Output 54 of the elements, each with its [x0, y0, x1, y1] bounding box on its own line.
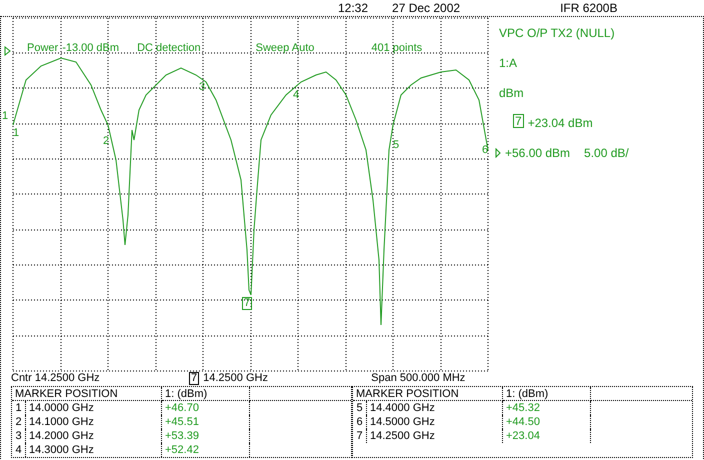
marker-value: +23.04	[503, 429, 591, 443]
reference-level: +56.00 dBm	[505, 145, 570, 162]
scale-setting: 5.00 dB/	[584, 145, 629, 162]
column-header: 1: (dBm)	[162, 387, 250, 401]
marker-position: 14.2500 GHz	[367, 429, 503, 443]
marker-index: 7	[353, 429, 367, 443]
marker-position: 14.0000 GHz	[26, 401, 162, 415]
marker-index: 1	[12, 401, 26, 415]
marker-label: 4	[292, 90, 300, 101]
marker-frequency: 14.2500 GHz	[203, 371, 269, 386]
marker-label: 7	[242, 297, 252, 310]
marker-value: +44.50	[503, 415, 591, 429]
marker-position: 14.3000 GHz	[26, 443, 162, 457]
marker-label: 2	[102, 136, 110, 147]
marker-index: 2	[12, 415, 26, 429]
sweep-setting: -13.00 dBm	[62, 41, 120, 56]
reference-arrow-icon	[4, 46, 11, 56]
marker-label: 6	[481, 145, 490, 156]
marker-label: 1	[12, 128, 20, 139]
reference-marker: 1	[2, 109, 8, 124]
marker-index: 4	[12, 443, 26, 457]
column-header: 1: (dBm)	[503, 387, 591, 401]
center-frequency: Cntr 14.2500 GHz	[11, 371, 101, 386]
marker-index: 3	[12, 429, 26, 443]
marker-label: 5	[392, 140, 400, 151]
instrument-model: IFR 6200B	[560, 0, 618, 17]
marker-index: 5	[353, 401, 367, 415]
clock-time: 12:32	[338, 0, 368, 17]
marker-reading: +23.04 dBm	[528, 115, 593, 132]
reference-arrow-icon	[495, 148, 501, 158]
marker-value: +46.70	[162, 401, 250, 415]
marker-position: 14.2000 GHz	[26, 429, 162, 443]
sweep-setting: Power	[27, 41, 58, 56]
marker-value: +52.42	[162, 443, 250, 457]
marker-label: 7	[513, 114, 524, 128]
marker-position: 14.1000 GHz	[26, 415, 162, 429]
marker-value: +45.51	[162, 415, 250, 429]
marker-value: +45.32	[503, 401, 591, 415]
marker-index: 6	[353, 415, 367, 429]
sweep-setting: Sweep Auto	[256, 41, 314, 56]
marker-label: 7	[189, 372, 200, 385]
marker-position: 14.5000 GHz	[367, 415, 503, 429]
sweep-setting: DC detection	[137, 41, 201, 56]
marker-label: 3	[198, 82, 206, 93]
column-header: MARKER POSITION	[353, 387, 503, 401]
column-header: MARKER POSITION	[12, 387, 162, 401]
date: 27 Dec 2002	[392, 0, 460, 17]
sweep-setting: 401 points	[371, 41, 422, 56]
trace-title: VPC O/P TX2 (NULL)	[499, 25, 616, 42]
span-setting: Span 500.000 MHz	[371, 371, 466, 386]
marker-position: 14.4000 GHz	[367, 401, 503, 415]
units-label: dBm	[499, 85, 525, 102]
trace-name: 1:A	[499, 55, 518, 72]
marker-value: +53.39	[162, 429, 250, 443]
